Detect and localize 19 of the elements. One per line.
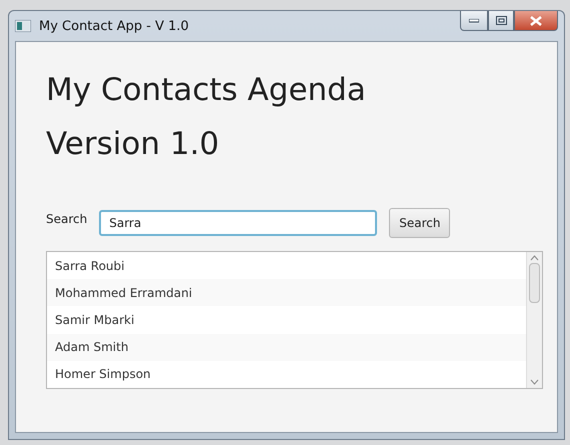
maximize-icon <box>496 16 506 25</box>
contact-item[interactable]: Adam Smith <box>47 334 526 361</box>
minimize-button[interactable] <box>460 11 488 31</box>
search-field[interactable]: Sarra <box>99 210 378 236</box>
scroll-thumb[interactable] <box>529 263 540 303</box>
contact-item[interactable]: Mohammed Erramdani <box>47 279 526 306</box>
close-icon <box>530 16 542 26</box>
window-title: My Contact App - V 1.0 <box>39 18 189 34</box>
minimize-icon <box>469 18 479 22</box>
scroll-up-icon[interactable] <box>530 255 539 261</box>
close-button[interactable] <box>514 11 558 31</box>
version-heading: Version 1.0 <box>46 126 220 162</box>
search-label: Search <box>46 212 88 226</box>
window-icon <box>15 20 31 32</box>
scrollbar[interactable] <box>526 252 542 388</box>
maximize-button[interactable] <box>488 11 514 31</box>
app-heading: My Contacts Agenda <box>46 72 367 108</box>
search-button[interactable]: Search <box>389 208 450 238</box>
scroll-down-icon[interactable] <box>530 379 539 385</box>
